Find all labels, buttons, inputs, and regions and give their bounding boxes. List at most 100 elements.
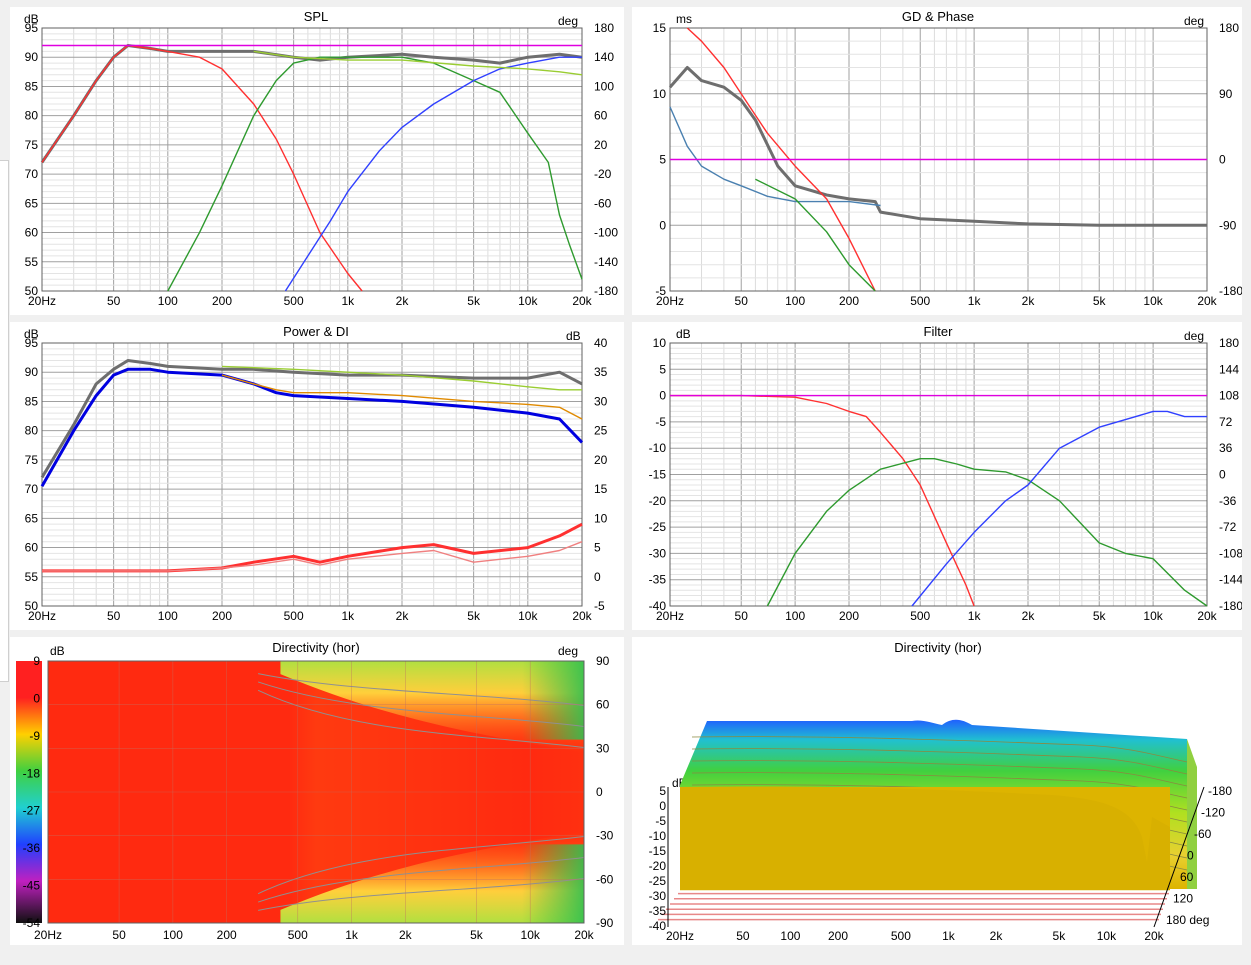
x-tick-label: 20Hz [666, 929, 694, 943]
gd-left-unit: ms [676, 12, 692, 26]
y2-tick-label: -100 [594, 226, 618, 240]
y2-tick-label: 15 [594, 482, 608, 496]
x-tick-label: 200 [217, 928, 237, 942]
power-di-chart: Power & DI dB dB 95908580757065605550403… [24, 324, 608, 623]
scale-tick-label: -36 [23, 841, 41, 855]
y-tick-label: 70 [25, 482, 39, 496]
y-tick-label: 80 [25, 424, 39, 438]
panel-power-di: Power & DI dB dB 95 90 85 80 75 70 65 60 55 50 40 3… [10, 322, 624, 630]
filter-chart: Filter dB deg 1050-5-10-15-20-25-30-35-4… [649, 324, 1244, 623]
x-tick-label: 10k [1143, 609, 1163, 623]
y2-tick-label: 72 [1219, 415, 1233, 429]
y-tick-label: 85 [25, 394, 39, 408]
x-tick-label: 100 [163, 928, 183, 942]
plot-frame [41, 342, 583, 607]
x-tick-label: 1k [345, 928, 359, 942]
scale-tick-label: -9 [29, 729, 40, 743]
x-tick-label: 5k [1093, 609, 1107, 623]
y-tick-label: 90 [25, 50, 39, 64]
y-tick-label: 95 [25, 336, 39, 350]
waterfall-side [1187, 739, 1197, 889]
y-tick-label: -5 [655, 415, 666, 429]
x-tick-label: 500 [284, 609, 304, 623]
dirmap-right-unit: deg [558, 644, 578, 658]
gd-right-unit: deg [1184, 14, 1204, 28]
dirmap-title: Directivity (hor) [272, 640, 359, 655]
filter-title: Filter [924, 324, 954, 339]
x-tick-label: 20k [1197, 294, 1217, 308]
y2-tick-label: 0 [1219, 153, 1226, 167]
filter-right-unit: deg [1184, 329, 1204, 343]
gd-phase-chart: GD & Phase ms deg 151050-5180900-90-1802… [653, 9, 1244, 308]
directivity-map-chart: Directivity (hor) dB deg 90-9-18-27-36-4… [16, 640, 614, 942]
y-tick-label: 70 [25, 167, 39, 181]
x-tick-label: 100 [780, 929, 800, 943]
y2-tick-label: -180 [1219, 284, 1242, 298]
y-tick-label: -15 [649, 844, 667, 858]
x-tick-label: 20k [572, 294, 592, 308]
y2-tick-label: 180 [1219, 336, 1239, 350]
x-tick-label: 1k [341, 294, 355, 308]
y-tick-label: -15 [649, 468, 667, 482]
y-tick-label: -25 [649, 520, 667, 534]
x-tick-label: 500 [891, 929, 911, 943]
y2-tick-label: -60 [596, 872, 614, 886]
side-panel-edge [0, 160, 9, 682]
y-tick-label: 10 [653, 336, 667, 350]
y2-tick-label: 35 [594, 365, 608, 379]
y-tick-label: 75 [25, 453, 39, 467]
y-tick-label: -25 [649, 874, 667, 888]
series-line-pink [42, 541, 583, 572]
y-tick-label: 65 [25, 511, 39, 525]
y2-tick-label: -72 [1219, 520, 1237, 534]
y-tick-label: 55 [25, 255, 39, 269]
depth-tick-label: 0 [1187, 849, 1194, 863]
y2-tick-label: 20 [594, 453, 608, 467]
depth-tick-label: 120 [1173, 892, 1193, 906]
y-tick-label: 80 [25, 109, 39, 123]
y-tick-label: 5 [659, 784, 666, 798]
gd-title: GD & Phase [902, 9, 974, 24]
y2-tick-label: 10 [594, 511, 608, 525]
y2-tick-label: 36 [1219, 441, 1233, 455]
x-tick-label: 200 [839, 609, 859, 623]
y-tick-label: 60 [25, 541, 39, 555]
x-tick-label: 20Hz [656, 609, 684, 623]
x-tick-label: 100 [158, 609, 178, 623]
y2-tick-label: 100 [594, 79, 614, 93]
x-tick-label: 200 [212, 294, 232, 308]
x-tick-label: 20k [1144, 929, 1164, 943]
x-tick-label: 500 [288, 928, 308, 942]
y-tick-label: 0 [659, 389, 666, 403]
x-tick-label: 2k [990, 929, 1004, 943]
y2-tick-label: -90 [596, 916, 614, 930]
x-tick-label: 50 [107, 294, 121, 308]
x-tick-label: 1k [968, 609, 982, 623]
y-tick-label: 95 [25, 21, 39, 35]
y2-tick-label: -20 [594, 167, 612, 181]
x-tick-label: 50 [735, 294, 749, 308]
x-tick-label: 1k [968, 294, 982, 308]
x-tick-label: 1k [341, 609, 355, 623]
x-tick-label: 2k [396, 294, 410, 308]
x-tick-label: 20k [1197, 609, 1217, 623]
panel-filter: Filter dB deg 10 5 0 -5 -10 -15 -20 -25 -30 -35 -4… [632, 322, 1244, 630]
y-tick-label: -5 [655, 814, 666, 828]
x-tick-label: 500 [910, 294, 930, 308]
y-tick-label: 5 [659, 362, 666, 376]
series-line-darkblue [40, 367, 584, 487]
y-tick-label: 65 [25, 196, 39, 210]
y-tick-label: -10 [649, 829, 667, 843]
x-tick-label: 200 [828, 929, 848, 943]
x-tick-label: 5k [467, 609, 481, 623]
x-tick-label: 20Hz [28, 609, 56, 623]
x-tick-label: 50 [107, 609, 121, 623]
y2-tick-label: 90 [1219, 87, 1233, 101]
y-tick-label: -30 [649, 889, 667, 903]
y-tick-label: 0 [659, 218, 666, 232]
y2-tick-label: -180 [1219, 599, 1242, 613]
spl-chart: SPL dB deg 95908580757065605550180140100… [24, 9, 618, 308]
y2-tick-label: 20 [594, 138, 608, 152]
x-tick-label: 10k [1143, 294, 1163, 308]
x-tick-label: 500 [910, 609, 930, 623]
